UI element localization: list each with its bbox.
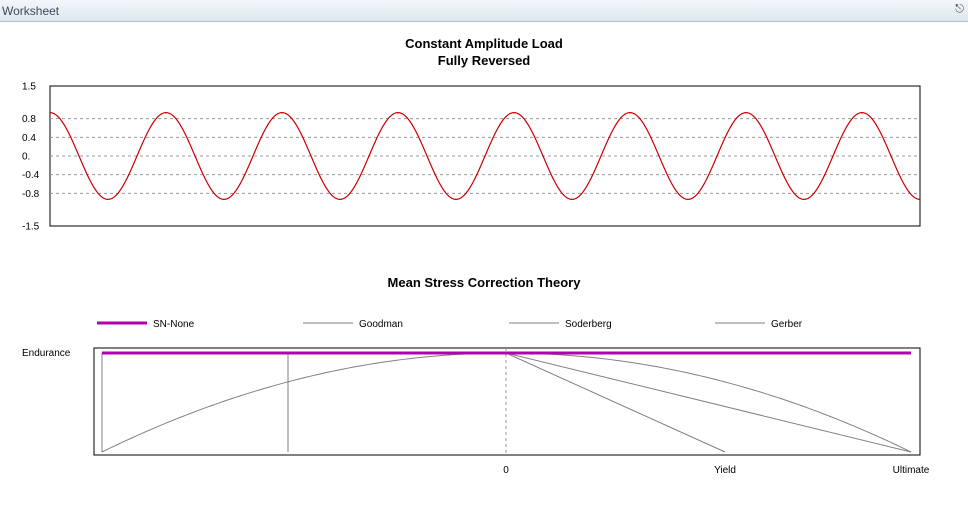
- legend-label-gerber: Gerber: [771, 319, 803, 330]
- y-tick-label: 0.4: [22, 133, 36, 144]
- x-tick-label: Ultimate: [893, 465, 930, 476]
- y-tick-label: -0.8: [22, 189, 40, 200]
- legend-label-soderberg: Soderberg: [565, 319, 612, 330]
- y-axis-label: Endurance: [22, 348, 71, 359]
- y-tick-label: 1.5: [22, 82, 36, 93]
- y-tick-label: 0.8: [22, 114, 36, 125]
- load-chart: 1.5 0.8 0.4 0. -0.4 -0.8 -1.5: [22, 82, 921, 233]
- legend-label-sn-none: SN-None: [153, 319, 195, 330]
- y-tick-label: 0.: [22, 152, 30, 163]
- x-tick-label: 0: [503, 465, 509, 476]
- x-tick-label: Yield: [714, 465, 736, 476]
- ms-plot-frame: [93, 347, 921, 456]
- mean-stress-chart: SN-None Goodman Soderberg Gerber Endurance 0 Y…: [22, 319, 930, 476]
- y-tick-label: -1.5: [22, 222, 40, 233]
- soderberg-line: [505, 352, 726, 453]
- goodman-line: [505, 352, 912, 453]
- y-tick-label: -0.4: [22, 170, 40, 181]
- charts-canvas: 1.5 0.8 0.4 0. -0.4 -0.8 -1.5 SN-None Goodman So…: [22, 82, 930, 477]
- legend-label-goodman: Goodman: [359, 319, 403, 330]
